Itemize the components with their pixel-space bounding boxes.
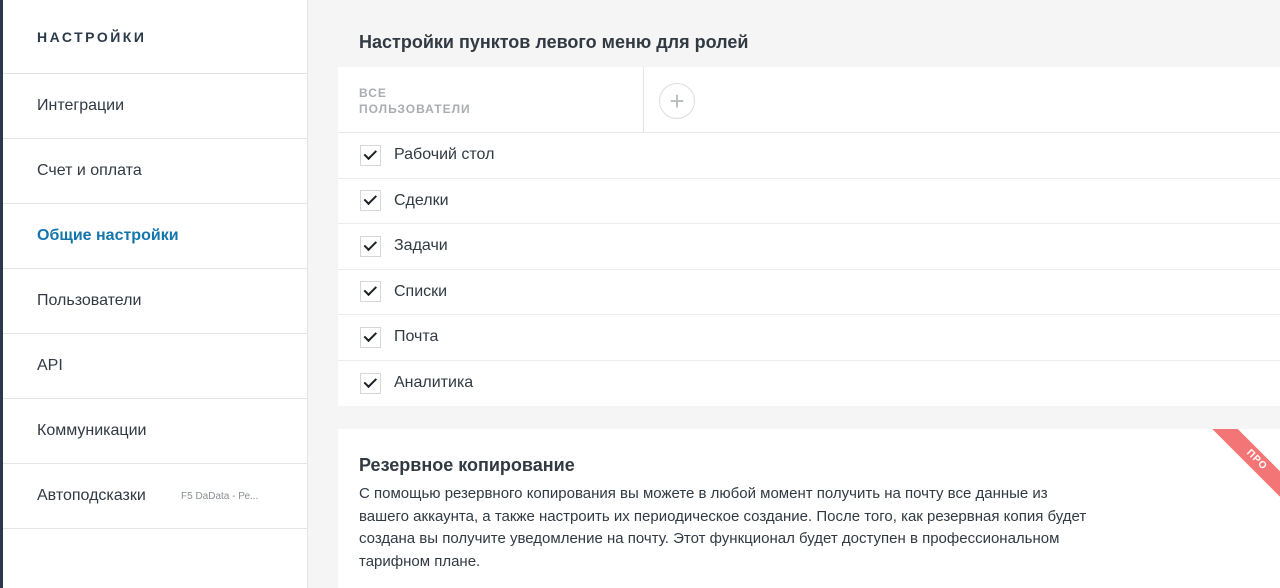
menu-item-mail: Почта <box>338 315 1280 361</box>
backup-title: Резервное копирование <box>359 455 575 475</box>
role-tab-label: ВСЕ ПОЛЬЗОВАТЕЛИ <box>359 86 471 116</box>
menu-item-label: Аналитика <box>394 374 474 392</box>
menu-item-dashboard: Рабочий стол <box>338 133 1280 179</box>
checkbox[interactable] <box>360 326 381 348</box>
menu-item-analytics: Аналитика <box>338 361 1280 407</box>
sidebar-title: НАСТРОЙКИ <box>37 28 147 45</box>
menu-item-tasks: Задачи <box>338 224 1280 270</box>
sidebar-item-label: Автоподсказки <box>37 487 146 504</box>
menu-item-label: Сделки <box>394 191 449 209</box>
backup-panel: ПРО Резервное копирование С помощью резе… <box>338 429 1280 588</box>
check-icon <box>363 328 377 342</box>
menu-item-label: Списки <box>394 282 448 300</box>
sidebar-item-label: Интеграции <box>37 97 125 114</box>
checkbox[interactable] <box>360 235 381 257</box>
sidebar-item-integrations[interactable]: Интеграции <box>3 74 307 139</box>
check-icon <box>363 191 377 206</box>
menu-item-lists: Списки <box>338 270 1280 315</box>
menu-item-deals: Сделки <box>338 179 1280 224</box>
sidebar-item-label: Пользователи <box>37 292 142 309</box>
checkbox[interactable] <box>360 372 381 394</box>
sidebar-item-label: API <box>37 357 63 374</box>
add-role-button[interactable]: + <box>659 83 695 119</box>
main-content: Настройки пунктов левого меню для ролей … <box>309 0 1280 588</box>
checkbox[interactable] <box>360 144 381 166</box>
menu-settings-title: Настройки пунктов левого меню для ролей <box>359 32 749 52</box>
menu-item-label: Почта <box>394 328 439 346</box>
sidebar-item-users[interactable]: Пользователи <box>3 269 307 334</box>
menu-item-label: Задачи <box>394 237 448 255</box>
role-tab-all-users[interactable]: ВСЕ ПОЛЬЗОВАТЕЛИ <box>338 67 644 133</box>
backup-description: С помощью резервного копирования вы може… <box>359 485 1087 570</box>
sidebar-item-autosuggest[interactable]: Автоподсказки F5 DaData - Ре... <box>3 464 307 529</box>
roles-row: ВСЕ ПОЛЬЗОВАТЕЛИ + <box>338 67 1280 133</box>
sidebar-item-api[interactable]: API <box>3 334 307 399</box>
sidebar-item-sublabel: F5 DaData - Ре... <box>181 490 259 502</box>
sidebar-item-general-settings[interactable]: Общие настройки <box>3 204 307 269</box>
check-icon <box>363 374 377 388</box>
sidebar-header: НАСТРОЙКИ <box>3 0 307 74</box>
sidebar-item-label: Счет и оплата <box>37 162 142 179</box>
sidebar-item-billing[interactable]: Счет и оплата <box>3 139 307 204</box>
check-icon <box>363 237 377 251</box>
sidebar-item-communications[interactable]: Коммуникации <box>3 399 307 464</box>
menu-settings-panel: ВСЕ ПОЛЬЗОВАТЕЛИ + Рабочий стол Сделки З… <box>338 67 1280 406</box>
sidebar-item-label: Коммуникации <box>37 422 147 439</box>
pro-ribbon: ПРО <box>1194 429 1280 510</box>
check-icon <box>363 146 377 160</box>
check-icon <box>363 282 377 297</box>
menu-item-label: Рабочий стол <box>394 146 495 164</box>
plus-icon: + <box>669 86 685 116</box>
checkbox[interactable] <box>360 281 381 303</box>
sidebar-item-label: Общие настройки <box>37 227 179 244</box>
checkbox[interactable] <box>360 190 381 212</box>
settings-sidebar: НАСТРОЙКИ Интеграции Счет и оплата Общие… <box>3 0 308 588</box>
